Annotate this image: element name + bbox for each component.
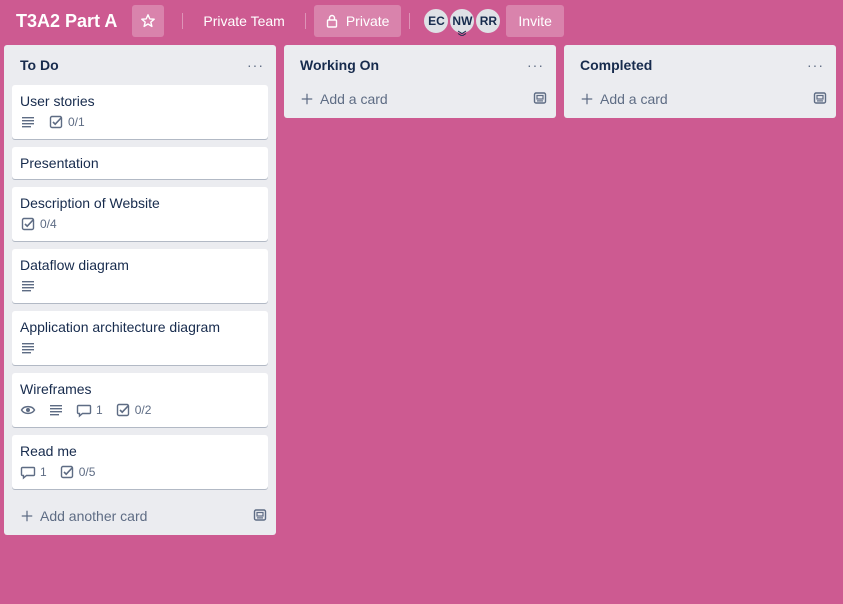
card[interactable]: Dataflow diagram <box>12 249 268 303</box>
list-menu-icon[interactable]: ··· <box>807 57 824 73</box>
invite-label: Invite <box>518 13 552 29</box>
list-title[interactable]: Completed <box>580 57 652 73</box>
checklist-badge: 0/5 <box>59 464 96 480</box>
list-header: Working On ··· <box>284 45 556 85</box>
add-card-button[interactable]: Add a card <box>300 91 388 107</box>
avatar-initials: NW <box>452 14 473 28</box>
comment-badge: 1 <box>20 464 47 480</box>
card-badges: 0/4 <box>20 213 260 239</box>
card[interactable]: Wireframes 1 0/2 <box>12 373 268 427</box>
add-card-row: Add another card <box>4 497 276 535</box>
add-card-button[interactable]: Add a card <box>580 91 668 107</box>
admin-chevron-icon <box>458 30 467 36</box>
card-badges <box>20 337 260 363</box>
visibility-button[interactable]: Private <box>313 5 402 37</box>
card-title: Read me <box>20 443 77 459</box>
member-avatars: EC NW RR <box>422 7 503 36</box>
lock-icon <box>326 14 338 28</box>
checklist-count: 0/2 <box>134 403 152 417</box>
list-working-on: Working On ··· Add a card <box>284 45 556 118</box>
comment-icon <box>20 464 36 480</box>
avatar-initials: EC <box>428 14 445 28</box>
add-card-label: Add a card <box>600 91 668 107</box>
avatar[interactable]: RR <box>474 7 503 35</box>
checklist-badge: 0/1 <box>48 114 85 130</box>
list-header: To Do ··· <box>4 45 276 85</box>
invite-button[interactable]: Invite <box>506 5 564 37</box>
list-header: Completed ··· <box>564 45 836 85</box>
avatar[interactable]: NW <box>448 7 477 36</box>
checklist-icon <box>48 114 64 130</box>
card-template-icon[interactable] <box>812 90 828 109</box>
add-card-label: Add a card <box>320 91 388 107</box>
card-template-icon[interactable] <box>532 90 548 109</box>
plus-icon <box>580 92 594 106</box>
checklist-count: 0/4 <box>40 217 57 231</box>
card[interactable]: Read me 1 0/5 <box>12 435 268 489</box>
card-title: User stories <box>20 93 95 109</box>
header-divider <box>409 13 411 29</box>
list-to-do: To Do ··· User stories 0/1 Presentation … <box>4 45 276 535</box>
comment-count: 1 <box>40 465 47 479</box>
description-icon <box>20 340 36 356</box>
card-title: Dataflow diagram <box>20 257 129 273</box>
checklist-icon <box>59 464 75 480</box>
checklist-icon <box>115 402 131 418</box>
card-template-icon[interactable] <box>252 507 268 526</box>
plus-icon <box>20 509 34 523</box>
card-badges: 0/1 <box>20 111 260 137</box>
star-icon <box>141 14 156 28</box>
description-icon <box>20 278 36 294</box>
checklist-count: 0/1 <box>68 115 85 129</box>
card-title: Presentation <box>20 155 99 171</box>
add-card-row: Add a card <box>284 80 556 118</box>
star-button[interactable] <box>132 5 165 37</box>
card-title: Description of Website <box>20 195 160 211</box>
checklist-badge: 0/2 <box>115 402 152 418</box>
eye-icon <box>20 402 36 418</box>
card-badges: 1 0/5 <box>20 461 260 487</box>
header-divider <box>182 13 184 29</box>
card-title: Application architecture diagram <box>20 319 220 335</box>
avatar-initials: RR <box>479 14 498 28</box>
list-title[interactable]: Working On <box>300 57 379 73</box>
card-list: User stories 0/1 Presentation Descriptio… <box>4 85 276 489</box>
card[interactable]: Presentation <box>12 147 268 179</box>
plus-icon <box>300 92 314 106</box>
list-menu-icon[interactable]: ··· <box>247 57 264 73</box>
card[interactable]: Application architecture diagram <box>12 311 268 365</box>
checklist-count: 0/5 <box>78 465 96 479</box>
card-badges: 1 0/2 <box>20 399 260 425</box>
board-title[interactable]: T3A2 Part A <box>16 11 117 32</box>
comment-icon <box>76 402 92 418</box>
checklist-icon <box>20 216 36 232</box>
checklist-badge: 0/4 <box>20 216 57 232</box>
header-divider <box>304 13 306 29</box>
description-icon <box>48 402 64 418</box>
avatar[interactable]: EC <box>422 7 451 35</box>
team-label: Private Team <box>203 13 285 29</box>
add-card-button[interactable]: Add another card <box>20 508 147 524</box>
list-menu-icon[interactable]: ··· <box>527 57 544 73</box>
list-completed: Completed ··· Add a card <box>564 45 836 118</box>
visibility-label: Private <box>345 13 390 29</box>
add-card-row: Add a card <box>564 80 836 118</box>
description-icon <box>20 114 36 130</box>
board-header: T3A2 Part A Private Team Private EC NW R… <box>0 0 843 42</box>
comment-badge: 1 <box>76 402 103 418</box>
card[interactable]: Description of Website 0/4 <box>12 187 268 241</box>
team-button[interactable]: Private Team <box>191 5 296 37</box>
list-title[interactable]: To Do <box>20 57 59 73</box>
add-card-label: Add another card <box>40 508 148 524</box>
card-title: Wireframes <box>20 381 92 397</box>
comment-count: 1 <box>96 403 103 417</box>
card[interactable]: User stories 0/1 <box>12 85 268 139</box>
card-badges <box>20 275 260 301</box>
